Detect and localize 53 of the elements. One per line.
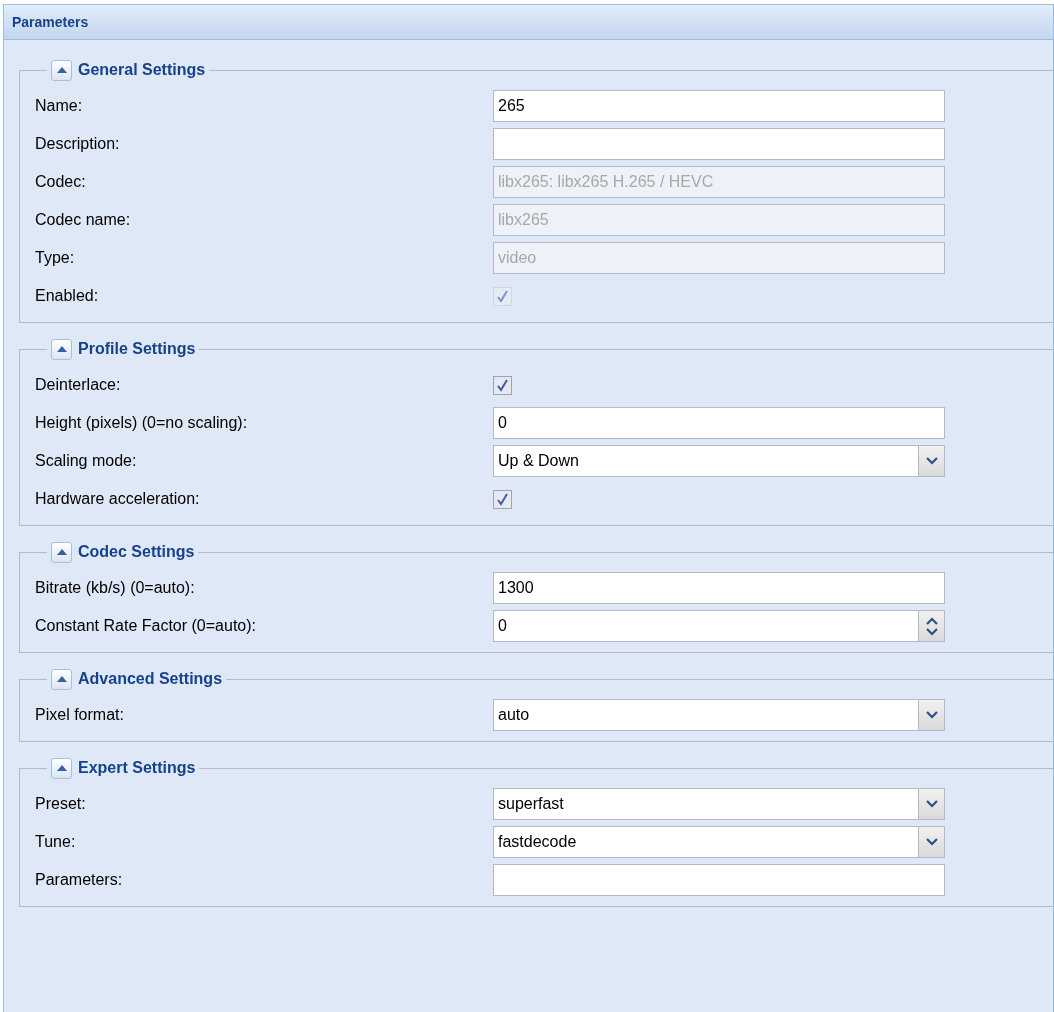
group-title: Profile Settings: [78, 339, 196, 359]
collapse-button[interactable]: [51, 757, 72, 779]
triangle-up-icon: [56, 676, 67, 682]
field-label: Tune:: [35, 832, 77, 852]
chevron-down-icon: [925, 711, 938, 719]
collapse-button[interactable]: [51, 338, 72, 360]
text-field[interactable]: 1300: [493, 572, 945, 604]
triangle-up-icon: [56, 549, 67, 555]
panel-title: Parameters: [4, 5, 1053, 40]
field-label: Parameters:: [35, 870, 124, 890]
number-spinner[interactable]: 0: [493, 610, 945, 642]
field-label: Codec name:: [35, 210, 132, 230]
checkmark-icon: [496, 378, 509, 392]
checkmark-icon: [496, 492, 509, 506]
field-label: Enabled:: [35, 286, 100, 306]
field-label: Deinterlace:: [35, 375, 122, 395]
field-label: Name:: [35, 96, 84, 116]
checkmark-icon: [496, 289, 509, 303]
field-label: Height (pixels) (0=no scaling):: [35, 413, 249, 433]
triangle-up-icon: [56, 67, 67, 73]
field-label: Pixel format:: [35, 705, 125, 725]
chevron-down-icon: [925, 800, 938, 808]
dropdown[interactable]: fastdecode: [493, 826, 945, 858]
dropdown[interactable]: Up & Down: [493, 445, 945, 477]
group-title: Codec Settings: [78, 542, 195, 562]
field-label: Scaling mode:: [35, 451, 138, 471]
group-title: Advanced Settings: [78, 669, 223, 689]
chevron-up-icon: [925, 616, 938, 625]
chevron-down-icon: [925, 627, 938, 636]
collapse-button[interactable]: [51, 59, 72, 81]
field-label: Hardware acceleration:: [35, 489, 201, 509]
triangle-up-icon: [56, 346, 67, 352]
collapse-button[interactable]: [51, 541, 72, 563]
text-field[interactable]: [493, 128, 945, 160]
text-field[interactable]: 0: [493, 407, 945, 439]
group-title: General Settings: [78, 60, 206, 80]
text-field[interactable]: [493, 864, 945, 896]
field-label: Preset:: [35, 794, 87, 814]
text-field[interactable]: 265: [493, 90, 945, 122]
checkbox[interactable]: [493, 375, 512, 395]
collapse-button[interactable]: [51, 668, 72, 690]
chevron-down-icon: [925, 457, 938, 465]
field-label: Constant Rate Factor (0=auto):: [35, 616, 257, 636]
field-label: Description:: [35, 134, 121, 154]
dropdown[interactable]: superfast: [493, 788, 945, 820]
field-label: Type:: [35, 248, 76, 268]
checkbox[interactable]: [493, 489, 512, 509]
chevron-down-icon: [925, 838, 938, 846]
triangle-up-icon: [56, 765, 67, 771]
group-title: Expert Settings: [78, 758, 196, 778]
field-label: Codec:: [35, 172, 87, 192]
field-label: Bitrate (kb/s) (0=auto):: [35, 578, 196, 598]
dropdown[interactable]: auto: [493, 699, 945, 731]
